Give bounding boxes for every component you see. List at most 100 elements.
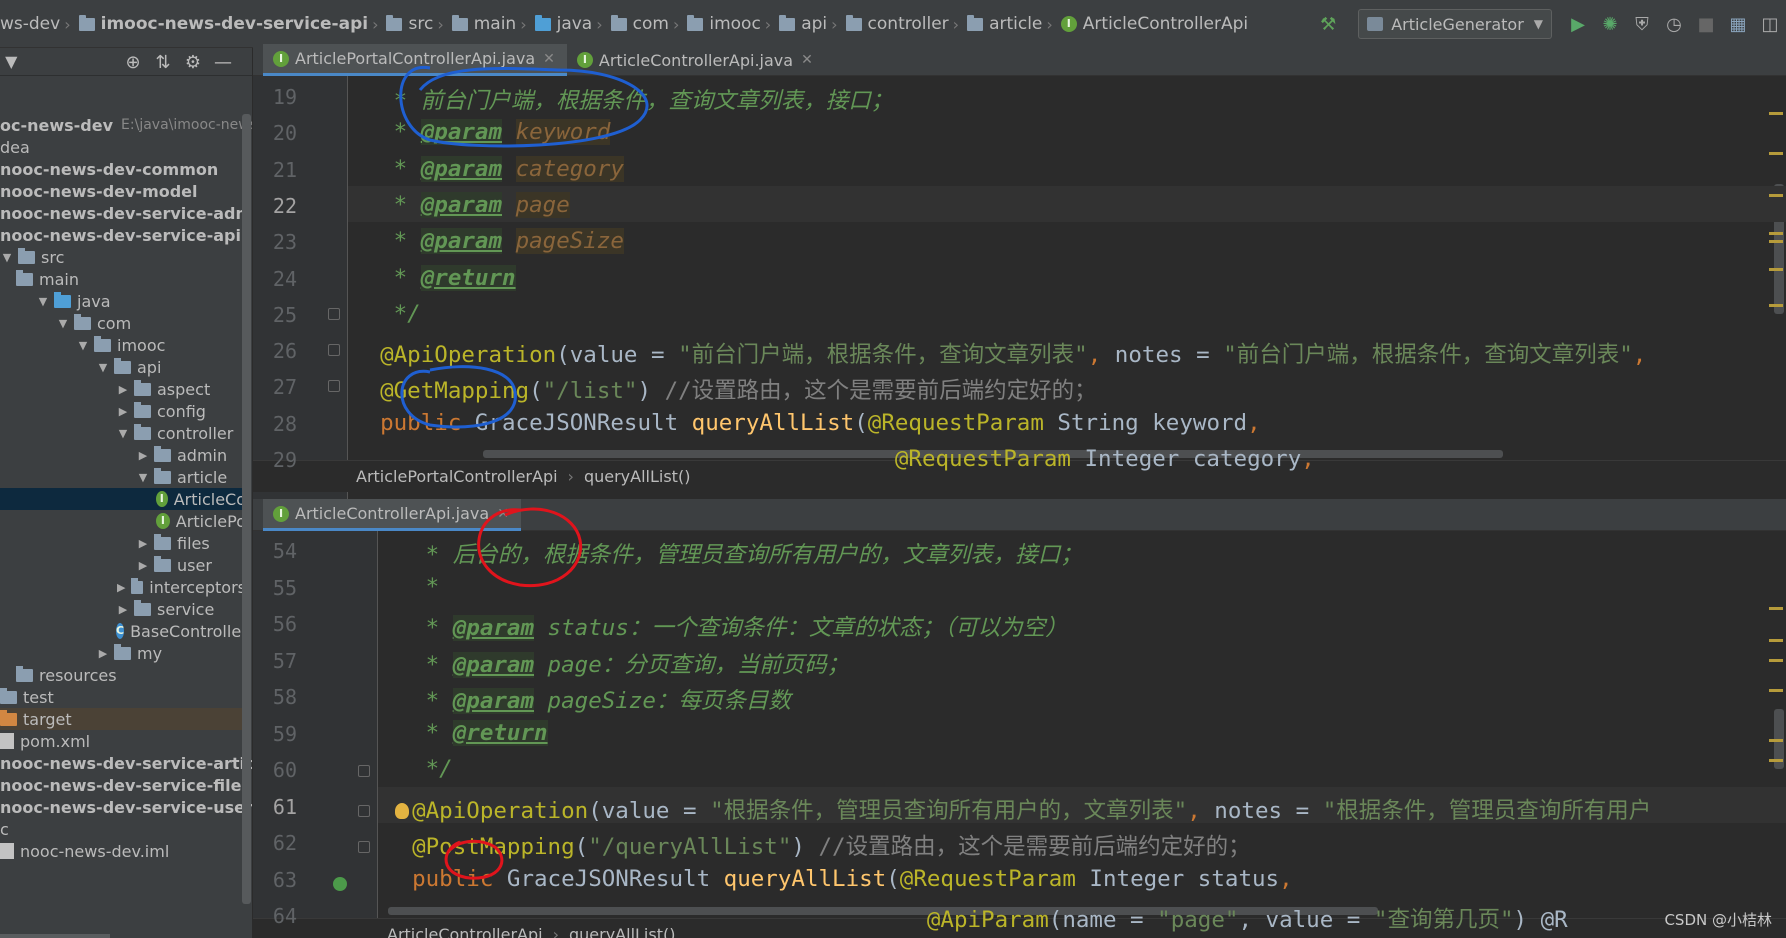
- error-stripe-mark[interactable]: [1769, 194, 1783, 197]
- breadcrumb-item[interactable]: article ›: [959, 14, 1053, 34]
- close-icon[interactable]: ✕: [543, 51, 555, 67]
- tree-item[interactable]: ▼ com: [0, 312, 246, 334]
- tree-item[interactable]: ▶ user: [0, 554, 246, 576]
- coverage-icon[interactable]: ⛨: [1628, 10, 1656, 38]
- tree-item[interactable]: ▶ files: [0, 532, 246, 554]
- breadcrumb-item[interactable]: controller ›: [838, 14, 959, 34]
- code-line[interactable]: * @return: [353, 264, 516, 291]
- code-line[interactable]: * @param page：分页查询，当前页码；: [385, 647, 849, 679]
- tree-item[interactable]: nooc-news-dev-service-user: [0, 796, 252, 818]
- expand-arrow-icon[interactable]: ▼: [136, 471, 150, 484]
- tree-item[interactable]: nooc-news-dev-service-api: [0, 224, 246, 246]
- tree-item[interactable]: nooc-news-dev-service-article: [0, 752, 252, 774]
- view-selector-chevron[interactable]: ▼: [0, 52, 17, 71]
- code-line[interactable]: * @param page: [353, 191, 570, 218]
- breadcrumb-item[interactable]: imooc-news-dev-service-api ›: [71, 14, 378, 34]
- tree-item[interactable]: ▶ config: [0, 400, 246, 422]
- code-line[interactable]: */: [385, 756, 453, 782]
- collapse-arrow-icon[interactable]: ▶: [116, 405, 130, 418]
- editor-tab[interactable]: I ArticleControllerApi.java ✕: [567, 44, 825, 76]
- tree-horizontal-scrollbar[interactable]: [0, 934, 110, 938]
- code-line[interactable]: * @param pageSize：每页条目数: [385, 683, 791, 715]
- tree-item[interactable]: c: [0, 818, 246, 840]
- tree-item[interactable]: oc-news-dev E:\java\imooc-news-d: [0, 114, 252, 136]
- tree-item[interactable]: nooc-news-dev.iml: [0, 840, 246, 862]
- code-line[interactable]: @ApiParam(name = "page", value = "查询第几页"…: [385, 902, 1568, 934]
- collapse-arrow-icon[interactable]: ▶: [136, 449, 150, 462]
- error-stripe-mark[interactable]: [1769, 232, 1783, 235]
- fold-marker-icon[interactable]: [328, 344, 340, 356]
- error-stripe-mark[interactable]: [1769, 639, 1783, 642]
- tree-scrollbar[interactable]: [242, 114, 251, 904]
- run-configuration-select[interactable]: ArticleGenerator ▼: [1358, 9, 1552, 39]
- collapse-arrow-icon[interactable]: ▶: [96, 647, 110, 660]
- tree-item[interactable]: nooc-news-dev-service-files: [0, 774, 251, 796]
- debug-icon[interactable]: ✺: [1596, 10, 1624, 38]
- tree-item[interactable]: I ArticleCo: [0, 488, 246, 510]
- tree-item[interactable]: nooc-news-dev-common: [0, 158, 246, 180]
- breadcrumb-item[interactable]: imooc ›: [679, 14, 771, 34]
- breadcrumb-item[interactable]: com ›: [603, 14, 679, 34]
- collapse-arrow-icon[interactable]: ▶: [136, 559, 150, 572]
- tree-item[interactable]: ▼ src: [0, 246, 246, 268]
- hide-icon[interactable]: —: [208, 52, 238, 73]
- collapse-arrow-icon[interactable]: ▶: [116, 581, 127, 594]
- stop-icon[interactable]: ■: [1692, 10, 1720, 38]
- error-stripe-mark[interactable]: [1769, 112, 1783, 115]
- code-line[interactable]: * @param status：一个查询条件：文章的状态；（可以为空）: [385, 610, 1068, 642]
- fold-marker-icon[interactable]: [358, 841, 370, 853]
- breadcrumb-item[interactable]: api ›: [771, 14, 838, 34]
- tree-item[interactable]: ▶ aspect: [0, 378, 246, 400]
- error-stripe-mark[interactable]: [1769, 739, 1783, 742]
- project-structure-icon[interactable]: ▦: [1724, 10, 1752, 38]
- error-stripe-mark[interactable]: [1769, 240, 1783, 243]
- tree-item[interactable]: ▼ java: [0, 290, 246, 312]
- breadcrumb-item[interactable]: main ›: [444, 14, 527, 34]
- tree-item[interactable]: resources: [0, 664, 246, 686]
- error-stripe-mark[interactable]: [1769, 152, 1783, 155]
- tree-item[interactable]: ▶ admin: [0, 444, 246, 466]
- code-line[interactable]: *: [385, 574, 440, 600]
- breadcrumb-item[interactable]: I ArticleControllerApi: [1053, 14, 1248, 34]
- tree-item[interactable]: ▼ article: [0, 466, 246, 488]
- error-stripe-mark[interactable]: [1769, 659, 1783, 662]
- tree-item[interactable]: ▼ api: [0, 356, 246, 378]
- breadcrumb-item[interactable]: ws-dev ›: [0, 14, 71, 34]
- expand-arrow-icon[interactable]: ▼: [116, 427, 130, 440]
- locate-icon[interactable]: ⊕: [118, 52, 148, 73]
- gear-icon[interactable]: ⚙: [178, 52, 208, 73]
- collapse-arrow-icon[interactable]: ▶: [116, 603, 130, 616]
- code-line[interactable]: */: [353, 301, 421, 327]
- code-line[interactable]: public GraceJSONResult queryAllList(@Req…: [385, 866, 1293, 892]
- code-line[interactable]: @ApiOperation(value = "前台门户端，根据条件，查询文章列表…: [353, 337, 1646, 369]
- code-line[interactable]: * @return: [385, 719, 548, 746]
- code-line[interactable]: * 前台门户端，根据条件，查询文章列表，接口；: [353, 83, 894, 115]
- expand-arrow-icon[interactable]: ▼: [76, 339, 90, 352]
- run-icon[interactable]: ▶: [1564, 10, 1592, 38]
- error-stripe-mark[interactable]: [1769, 607, 1783, 610]
- tree-item[interactable]: C BaseController: [0, 620, 248, 642]
- error-stripe-mark[interactable]: [1769, 268, 1783, 271]
- tree-item[interactable]: nooc-news-dev-service-admin: [0, 202, 252, 224]
- collapse-arrow-icon[interactable]: ▶: [136, 537, 150, 550]
- collapse-all-icon[interactable]: ⇅: [148, 52, 178, 73]
- tree-item[interactable]: nooc-news-dev-model: [0, 180, 246, 202]
- code-line[interactable]: @GetMapping("/list") //设置路由，这个是需要前后端约定好的…: [353, 373, 1097, 405]
- fold-marker-icon[interactable]: [328, 380, 340, 392]
- expand-arrow-icon[interactable]: ▼: [96, 361, 110, 374]
- tree-item[interactable]: ▶ my: [0, 642, 246, 664]
- expand-arrow-icon[interactable]: ▼: [0, 251, 14, 264]
- fold-marker-icon[interactable]: [358, 805, 370, 817]
- tree-item[interactable]: ▶ interceptors: [0, 576, 246, 598]
- code-line[interactable]: public GraceJSONResult queryAllList(@Req…: [353, 410, 1261, 436]
- code-line[interactable]: @ApiOperation(value = "根据条件，管理员查询所有用户的，文…: [385, 793, 1651, 825]
- tree-item[interactable]: main: [0, 268, 246, 290]
- expand-arrow-icon[interactable]: ▼: [36, 295, 50, 308]
- expand-arrow-icon[interactable]: ▼: [56, 317, 70, 330]
- lightbulb-icon[interactable]: [395, 803, 409, 819]
- code-line[interactable]: * @param pageSize: [353, 228, 624, 255]
- editor-tab[interactable]: I ArticlePortalControllerApi.java ✕: [263, 44, 567, 76]
- tree-item[interactable]: test: [0, 686, 246, 708]
- close-icon[interactable]: ✕: [497, 506, 509, 522]
- implemented-icon[interactable]: [333, 877, 347, 891]
